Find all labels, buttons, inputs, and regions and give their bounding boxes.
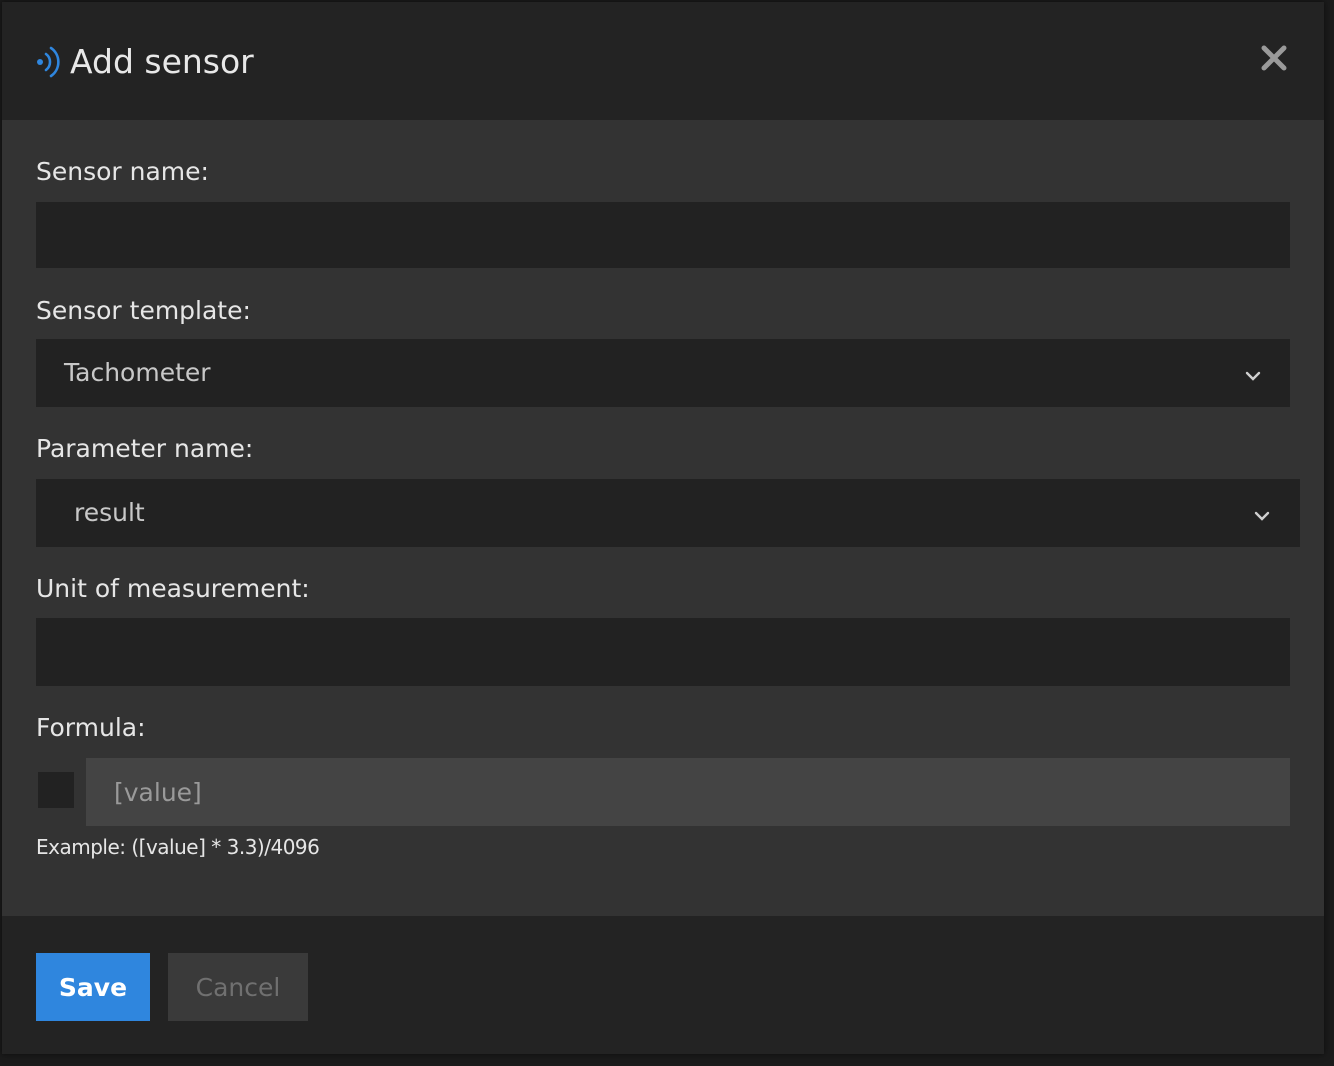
sensor-name-input[interactable] (36, 202, 1290, 268)
sensor-name-label: Sensor name: (36, 157, 209, 186)
chevron-down-icon (1253, 507, 1271, 521)
dialog-footer: Save Cancel (2, 916, 1324, 1054)
formula-example-text: Example: ([value] * 3.3)/4096 (36, 835, 320, 859)
dialog-body: Sensor name: Sensor template: Tachometer… (2, 120, 1324, 916)
parameter-name-value: result (74, 498, 145, 527)
cancel-button[interactable]: Cancel (168, 953, 308, 1021)
formula-checkbox[interactable] (38, 772, 74, 808)
close-icon[interactable] (1258, 42, 1290, 74)
sensor-signal-icon (34, 44, 66, 80)
unit-of-measurement-input[interactable] (36, 618, 1290, 686)
save-button[interactable]: Save (36, 953, 150, 1021)
formula-input[interactable] (86, 758, 1290, 826)
dialog-header: Add sensor (2, 2, 1324, 120)
parameter-name-select[interactable]: result (36, 479, 1300, 547)
formula-label: Formula: (36, 713, 146, 742)
sensor-template-select[interactable]: Tachometer (36, 339, 1290, 407)
sensor-template-label: Sensor template: (36, 296, 251, 325)
chevron-down-icon (1244, 367, 1262, 381)
dialog-title: Add sensor (70, 42, 254, 81)
parameter-name-label: Parameter name: (36, 434, 254, 463)
unit-of-measurement-label: Unit of measurement: (36, 574, 310, 603)
sensor-template-value: Tachometer (64, 358, 211, 387)
add-sensor-dialog: Add sensor Sensor name: Sensor template:… (2, 2, 1324, 1054)
